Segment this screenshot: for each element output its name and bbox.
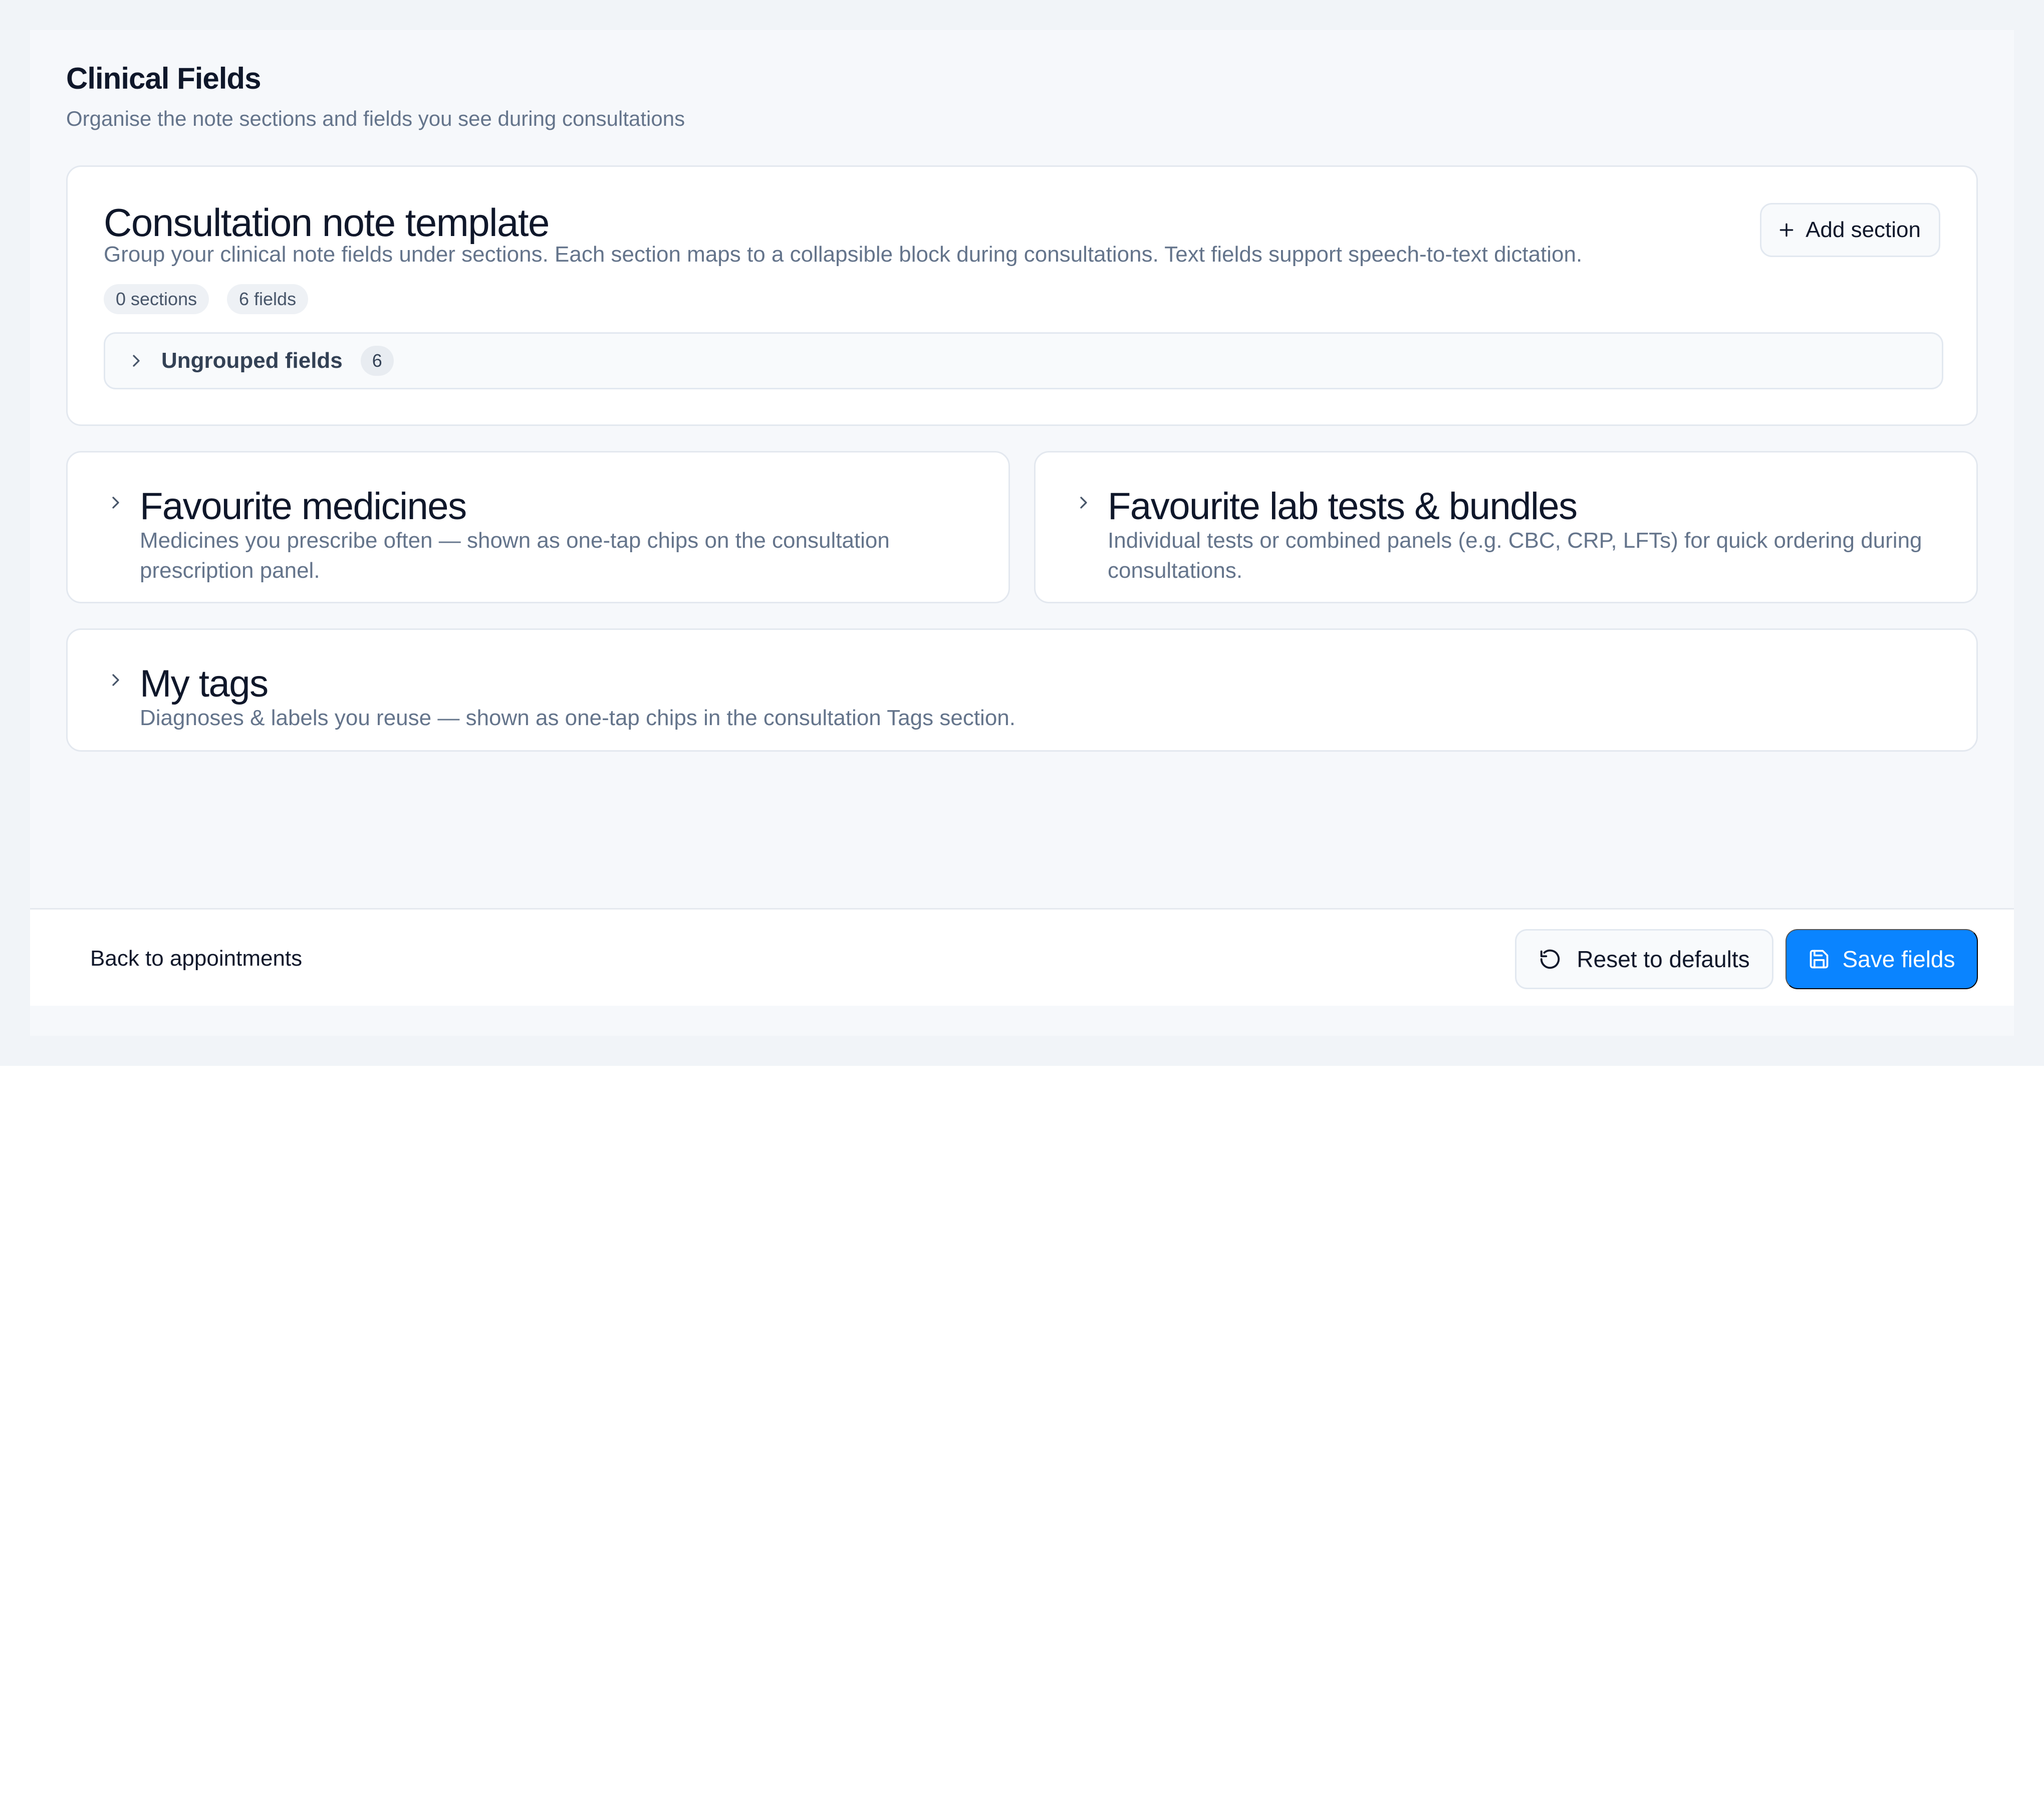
fields-count-chip: 6 fields <box>227 284 309 314</box>
add-section-label: Add section <box>1806 217 1921 242</box>
my-tags-title[interactable]: My tags <box>140 662 269 706</box>
save-icon <box>1808 948 1830 970</box>
favourite-medicines-description: Medicines you prescribe often — shown as… <box>140 528 890 583</box>
template-card: Consultation note template Group your cl… <box>66 165 1978 426</box>
settings-panel: Clinical Fields Organise the note sectio… <box>30 30 2014 1036</box>
chevron-right-icon[interactable] <box>104 491 128 515</box>
chevron-right-icon[interactable] <box>1072 491 1096 515</box>
page-subtitle: Organise the note sections and fields yo… <box>66 107 685 130</box>
plus-icon <box>1776 220 1797 240</box>
ungrouped-fields-label: Ungrouped fields <box>161 348 343 373</box>
save-fields-button[interactable]: Save fields <box>1785 929 1978 989</box>
footer-action-bar: Back to appointments Reset to defaults S… <box>30 908 2014 1006</box>
favourite-medicines-card: Favourite medicines Medicines you prescr… <box>66 451 1010 603</box>
favourite-lab-tests-description: Individual tests or combined panels (e.g… <box>1108 528 1922 583</box>
sections-count-chip: 0 sections <box>104 284 209 314</box>
template-card-description: Group your clinical note fields under se… <box>104 242 1583 267</box>
chevron-right-icon[interactable] <box>104 668 128 692</box>
chevron-right-icon <box>126 351 146 371</box>
reset-to-defaults-label: Reset to defaults <box>1577 946 1750 972</box>
page-title: Clinical Fields <box>66 62 261 95</box>
template-card-title: Consultation note template <box>104 200 550 245</box>
reset-icon <box>1539 948 1562 971</box>
my-tags-description: Diagnoses & labels you reuse — shown as … <box>140 706 1015 730</box>
reset-to-defaults-button[interactable]: Reset to defaults <box>1515 929 1773 989</box>
ungrouped-count-badge: 6 <box>360 346 394 376</box>
add-section-button[interactable]: Add section <box>1760 203 1940 257</box>
my-tags-card: My tags Diagnoses & labels you reuse — s… <box>66 628 1978 752</box>
favourite-lab-tests-title[interactable]: Favourite lab tests & bundles <box>1108 485 1578 528</box>
save-fields-label: Save fields <box>1842 946 1955 972</box>
favourite-medicines-title[interactable]: Favourite medicines <box>140 485 467 528</box>
back-to-appointments-link[interactable]: Back to appointments <box>90 910 302 1007</box>
ungrouped-fields-row[interactable]: Ungrouped fields 6 <box>104 332 1943 389</box>
favourite-lab-tests-card: Favourite lab tests & bundles Individual… <box>1034 451 1978 603</box>
